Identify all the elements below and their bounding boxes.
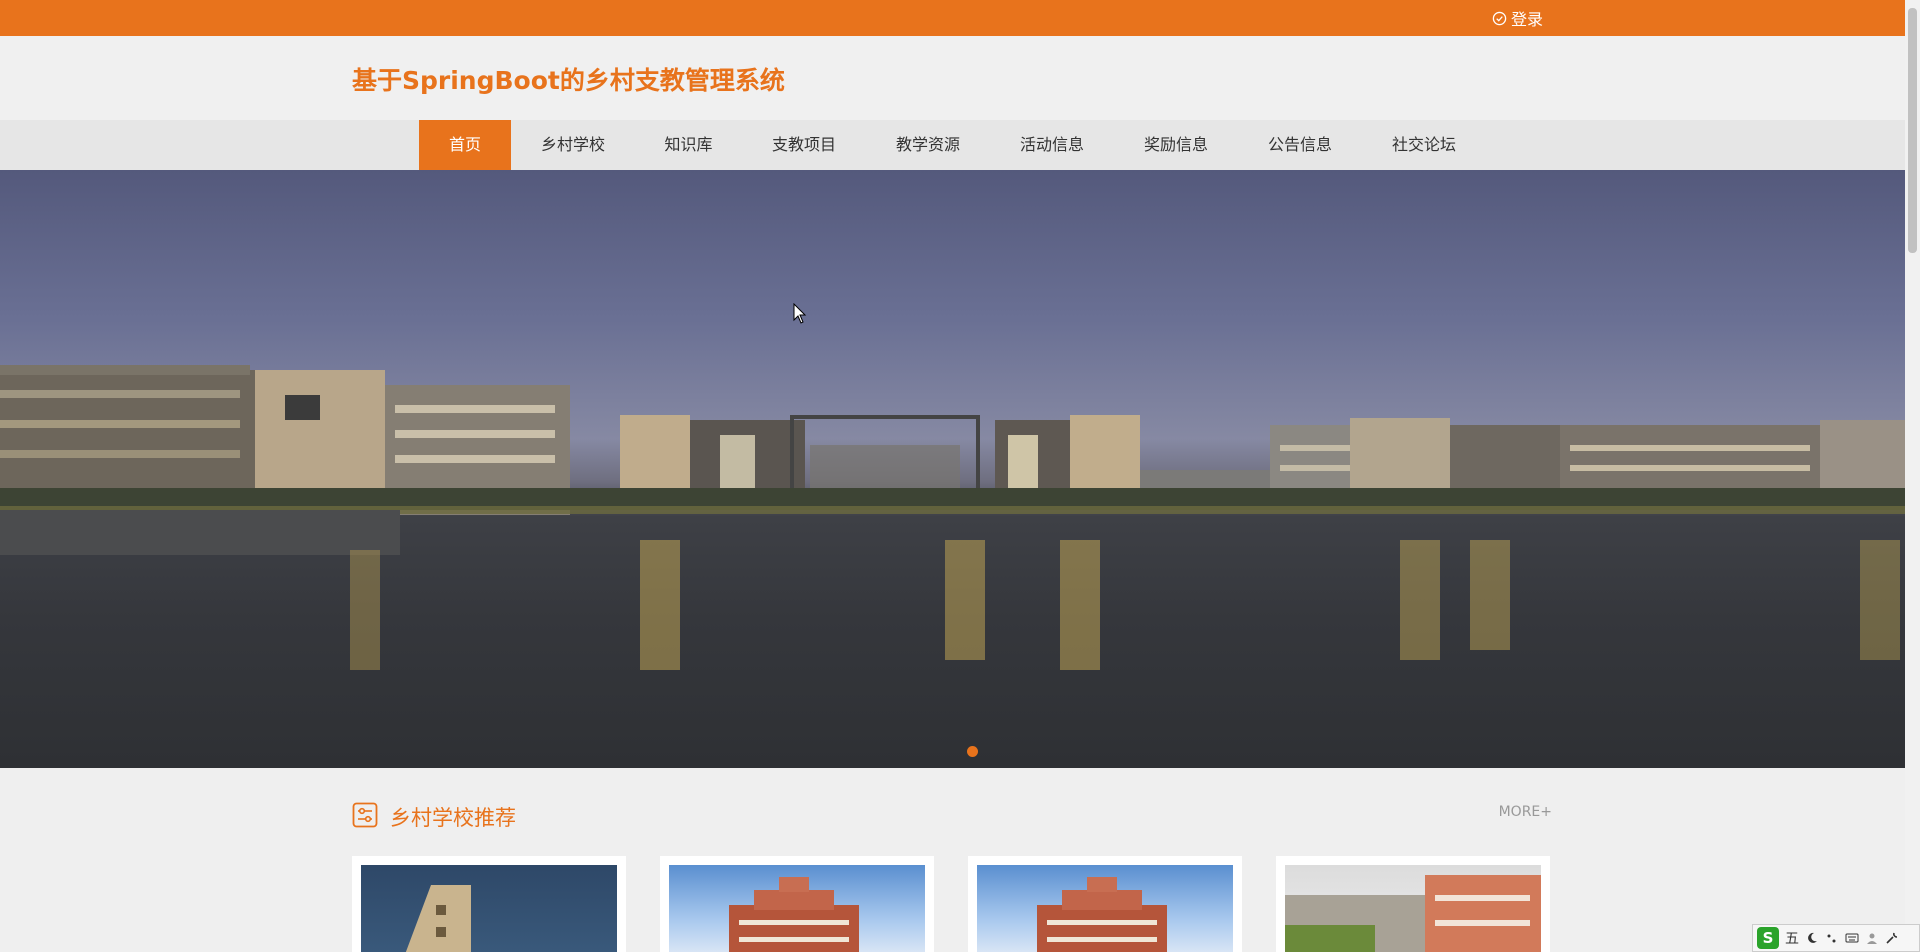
top-bar: 登录 xyxy=(0,0,1905,36)
mouse-cursor-icon xyxy=(793,303,807,324)
ime-toolbar: S 五 xyxy=(1752,924,1920,952)
school-card[interactable] xyxy=(660,856,934,952)
school-card[interactable] xyxy=(1276,856,1550,952)
carousel-indicator[interactable] xyxy=(967,746,978,757)
wrench-icon[interactable] xyxy=(1885,931,1899,945)
moon-icon[interactable] xyxy=(1805,931,1819,945)
user-icon[interactable] xyxy=(1865,931,1879,945)
school-building-image xyxy=(405,885,471,952)
nav-item-home[interactable]: 首页 xyxy=(419,120,511,170)
school-cards xyxy=(352,856,1552,952)
school-card[interactable] xyxy=(968,856,1242,952)
school-building-image xyxy=(1285,875,1541,952)
nav-item-rewards[interactable]: 奖励信息 xyxy=(1129,120,1223,170)
hero-banner[interactable] xyxy=(0,170,1905,768)
login-link[interactable]: 登录 xyxy=(1492,7,1543,29)
nav-item-forum[interactable]: 社交论坛 xyxy=(1377,120,1471,170)
ime-mode[interactable]: 五 xyxy=(1785,928,1799,948)
nav-item-teaching-resources[interactable]: 教学资源 xyxy=(881,120,975,170)
ime-logo[interactable]: S xyxy=(1757,927,1779,949)
school-image xyxy=(977,865,1233,952)
main-nav: 首页 乡村学校 知识库 支教项目 教学资源 活动信息 奖励信息 公告信息 社交论… xyxy=(0,120,1905,170)
section-title: 乡村学校推荐 xyxy=(390,806,516,830)
site-title: 基于SpringBoot的乡村支教管理系统 xyxy=(352,66,785,95)
section-header: 乡村学校推荐 MORE+ xyxy=(352,798,1552,834)
nav-item-knowledge-base[interactable]: 知识库 xyxy=(642,120,735,170)
site-header: 基于SpringBoot的乡村支教管理系统 xyxy=(0,36,1905,120)
school-building-image xyxy=(1037,877,1167,952)
campus-night-photo xyxy=(0,365,1905,670)
keyboard-icon[interactable] xyxy=(1845,931,1859,945)
nav-item-announcements[interactable]: 公告信息 xyxy=(1253,120,1347,170)
punctuation-icon[interactable] xyxy=(1825,931,1839,945)
nav-item-activities[interactable]: 活动信息 xyxy=(1005,120,1099,170)
school-image xyxy=(361,865,617,952)
school-image xyxy=(669,865,925,952)
more-link[interactable]: MORE+ xyxy=(1499,804,1552,820)
scrollbar-thumb[interactable] xyxy=(1908,8,1917,253)
list-sliders-icon xyxy=(352,802,378,828)
nav-item-teaching-projects[interactable]: 支教项目 xyxy=(757,120,851,170)
school-building-image xyxy=(729,877,859,952)
login-label: 登录 xyxy=(1511,10,1544,29)
page-scrollbar[interactable] xyxy=(1905,0,1920,952)
check-circle-icon xyxy=(1492,11,1507,25)
school-card[interactable] xyxy=(352,856,626,952)
school-image xyxy=(1285,865,1541,952)
nav-item-rural-schools[interactable]: 乡村学校 xyxy=(526,120,620,170)
